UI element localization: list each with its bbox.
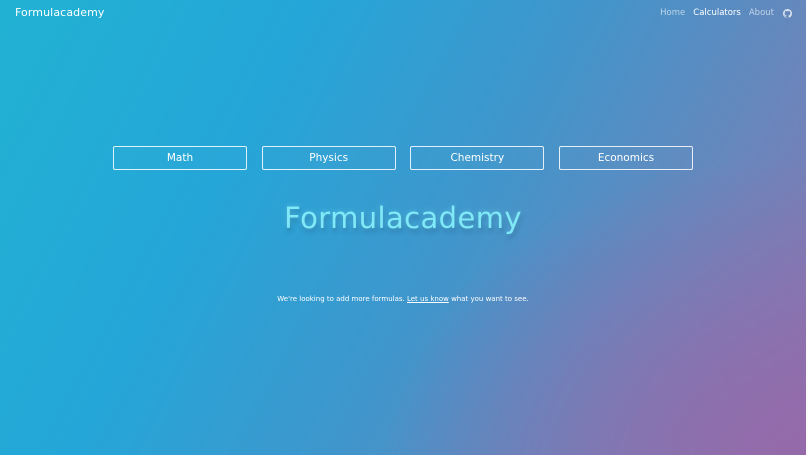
brand-logo-link[interactable]: Formulacademy: [15, 6, 105, 19]
tagline-text-before: We're looking to add more formulas.: [277, 295, 407, 303]
nav-home-link[interactable]: Home: [660, 8, 685, 18]
chemistry-button[interactable]: Chemistry: [410, 146, 545, 170]
contact-link[interactable]: Let us know: [407, 295, 449, 303]
tagline: We're looking to add more formulas. Let …: [0, 295, 806, 303]
github-icon[interactable]: [783, 8, 792, 18]
main-nav: Home Calculators About: [660, 8, 792, 18]
category-buttons: Math Physics Chemistry Economics: [113, 146, 693, 170]
tagline-text-after: what you want to see.: [448, 295, 529, 303]
economics-button[interactable]: Economics: [558, 146, 693, 170]
math-button[interactable]: Math: [113, 146, 247, 170]
hero-title: Formulacademy: [284, 201, 522, 235]
nav-about-link[interactable]: About: [749, 8, 774, 18]
nav-calculators-link[interactable]: Calculators: [693, 8, 741, 18]
site-header: Formulacademy Home Calculators About: [0, 0, 806, 28]
physics-button[interactable]: Physics: [261, 146, 396, 170]
